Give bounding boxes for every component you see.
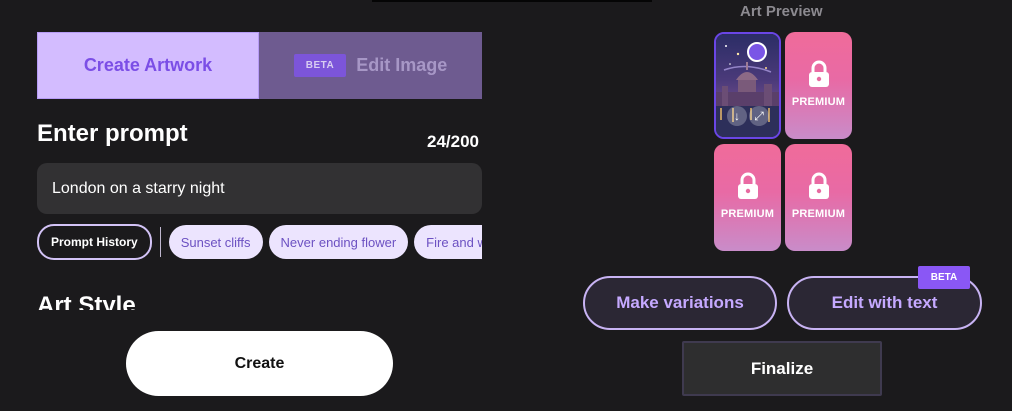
chip-divider	[159, 227, 161, 257]
art-preview-title: Art Preview	[740, 3, 823, 20]
download-icon[interactable]: ↓	[727, 106, 747, 126]
tab-edit-label: Edit Image	[356, 55, 448, 75]
tab-create-label: Create Artwork	[83, 55, 213, 75]
premium-label: PREMIUM	[791, 207, 846, 220]
finalize-label: Finalize	[750, 358, 814, 378]
lock-icon	[808, 60, 829, 87]
preview-tile-premium[interactable]: PREMIUM	[785, 144, 852, 251]
edit-with-text-label: Edit with text	[831, 293, 938, 312]
edit-with-text-beta-badge: BETA	[918, 266, 970, 289]
beta-badge: BETA	[293, 54, 347, 77]
create-button[interactable]: Create	[126, 331, 393, 396]
lock-icon	[737, 172, 758, 199]
selected-indicator-icon	[747, 42, 767, 62]
make-variations-button[interactable]: Make variations	[583, 276, 777, 330]
create-button-label: Create	[234, 354, 285, 372]
lock-icon	[808, 172, 829, 199]
preview-image-selected[interactable]: ↓ ⤢	[714, 32, 781, 139]
preview-tile-premium[interactable]: PREMIUM	[785, 32, 852, 139]
prompt-title: Enter prompt	[37, 120, 188, 147]
suggestion-chip-label: Never ending flower	[280, 234, 397, 250]
suggestion-chip[interactable]: Sunset cliffs	[168, 225, 263, 259]
suggestion-chip[interactable]: Never ending flower	[268, 225, 409, 259]
tab-edit-image[interactable]: BETA Edit Image	[259, 32, 482, 99]
prompt-history-label: Prompt History	[51, 235, 138, 249]
prompt-history-button[interactable]: Prompt History	[37, 224, 152, 260]
premium-label: PREMIUM	[791, 95, 846, 108]
preview-tile-premium[interactable]: PREMIUM	[714, 144, 781, 251]
top-bar	[372, 0, 652, 2]
tab-create-artwork[interactable]: Create Artwork	[37, 32, 259, 99]
suggestion-chip-label: Sunset cliffs	[180, 234, 251, 250]
prompt-suggestions: Prompt History Sunset cliffs Never endin…	[37, 224, 482, 264]
make-variations-label: Make variations	[616, 293, 744, 312]
prompt-input[interactable]: London on a starry night	[37, 163, 482, 214]
prompt-input-value: London on a starry night	[52, 179, 225, 197]
suggestion-chip[interactable]: Fire and w	[414, 225, 482, 259]
expand-icon[interactable]: ⤢	[749, 106, 769, 126]
finalize-button[interactable]: Finalize	[682, 341, 882, 396]
art-style-section: Art Style	[37, 292, 482, 310]
prompt-character-counter: 24/200	[427, 132, 479, 151]
art-style-title: Art Style	[37, 292, 136, 310]
mode-tabs: Create Artwork BETA Edit Image	[37, 32, 482, 99]
premium-label: PREMIUM	[720, 207, 775, 220]
suggestion-chip-label: Fire and w	[426, 234, 482, 250]
